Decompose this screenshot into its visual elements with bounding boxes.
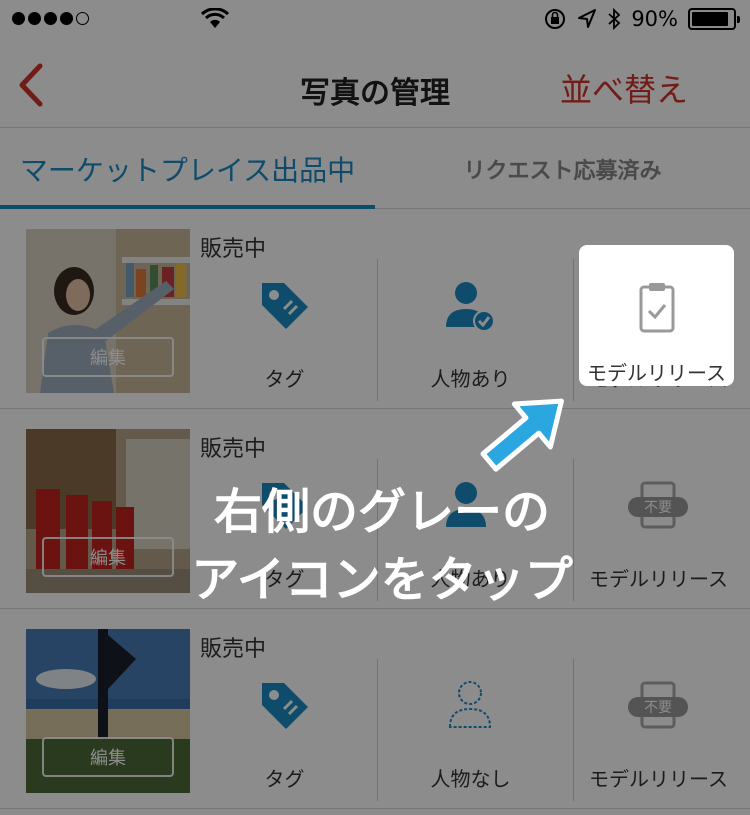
tutorial-overlay[interactable] — [0, 0, 750, 815]
pointer-arrow-icon — [480, 398, 564, 472]
instruction-line-1: 右側のグレーの — [213, 484, 550, 540]
instruction-line-2: アイコンをタップ — [191, 552, 573, 608]
model-release-label: モデルリリース — [587, 361, 726, 385]
clipboard-check-icon — [639, 283, 675, 333]
highlighted-model-release-button[interactable]: モデルリリース — [579, 245, 734, 386]
